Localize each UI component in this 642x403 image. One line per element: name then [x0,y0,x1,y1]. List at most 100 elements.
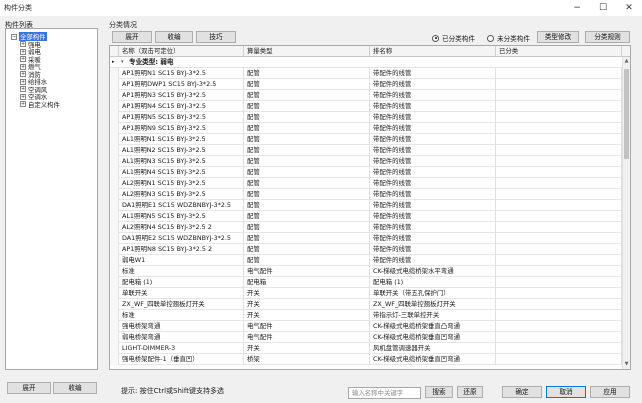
scroll-up-icon[interactable]: ▲ [623,58,630,65]
column-header-quantity-type[interactable]: 算量类型 [244,46,370,57]
cell-quantity-type: 开关 [244,299,370,310]
type-modify-button[interactable]: 类型修改 [537,31,579,43]
expand-icon[interactable]: + [20,48,26,55]
cell-rank-name: 带配件的线管 [370,156,496,167]
table-row[interactable]: AL1照明N2 SC15 BYJ-3*2.5 配管 带配件的线管 [110,145,622,156]
expand-icon[interactable]: + [20,71,26,77]
cell-rank-name: 带配件的线管 [370,79,496,90]
cell-classified [496,68,622,79]
vertical-scrollbar[interactable]: ▲ ▼ [622,57,630,369]
cancel-button[interactable]: 取消 [546,386,586,398]
row-indicator [110,211,119,222]
classification-rules-button[interactable]: 分类规则 [585,31,630,43]
table-row[interactable]: AL1照明N1 SC15 BYJ-3*2.5 配管 带配件的线管 [110,134,622,145]
tips-button[interactable]: 技巧 [196,31,236,43]
column-header-classified[interactable]: 已分类 [496,46,622,57]
cell-rank-name: 带配件的线管 [370,145,496,156]
scrollbar-thumb[interactable] [624,69,629,159]
radio-unclassified[interactable]: 未分类构件 [487,33,530,43]
tree-collapse-button[interactable]: 收编 [53,382,97,394]
cell-name: AL1照明N3 SC15 BYJ-3*2.5 [119,156,244,167]
column-header-rank-name[interactable]: 排名称 [370,46,496,57]
table-row[interactable]: AL2照明N4 SC15 BYJ-3*2.5 2 配管 带配件的线管 [110,222,622,233]
table-row[interactable]: AL2照明N3 SC15 BYJ-3*2.5 配管 带配件的线管 [110,189,622,200]
table-row[interactable]: AP1照明N8 SC15 BYJ-3*2.5 2 配管 带配件的线管 [110,244,622,255]
scroll-down-icon[interactable]: ▼ [623,361,630,368]
cell-classified [496,101,622,112]
cell-quantity-type: 配管 [244,233,370,244]
apply-button[interactable]: 应用 [590,386,630,398]
cell-classified [496,123,622,134]
expand-icon[interactable]: + [20,41,26,47]
maximize-button[interactable]: ☐ [591,0,615,16]
table-row[interactable]: AL2照明N1 SC15 BYJ-3*2.5 配管 带配件的线管 [110,178,622,189]
cell-classified [496,354,622,365]
table-row[interactable]: AP1照明N9 SC15 BYJ-3*2.5 配管 带配件的线管 [110,123,622,134]
table-row[interactable]: AP1照明N5 SC15 BYJ-3*2.5 配管 带配件的线管 [110,112,622,123]
table-row[interactable]: AP1照明N4 SC15 BYJ-3*2.5 配管 带配件的线管 [110,101,622,112]
table-row[interactable]: 标准 电气配件 CK-梯级式电缆桥架水平弯通 [110,266,622,277]
cell-rank-name: 带配件的线管 [370,222,496,233]
table-row[interactable]: AL1照明N5 SC15 BYJ-3*2.5 配管 带配件的线管 [110,211,622,222]
collapse-all-button[interactable]: 收编 [155,31,193,43]
cell-quantity-type: 电气配件 [244,321,370,332]
cell-quantity-type: 桥架 [244,354,370,365]
cell-name: AL2照明N1 SC15 BYJ-3*2.5 [119,178,244,189]
tree-item-custom[interactable]: + 自定义构件 [20,101,60,109]
cell-classified [496,233,622,244]
column-header-name[interactable]: 名称（双击可定位） [119,46,244,57]
cell-rank-name: CK-梯级式电缆桥架垂直凹弯通 [370,332,496,343]
table-row[interactable]: AL1照明N4 SC15 BYJ-3*2.5 配管 带配件的线管 [110,167,622,178]
expand-all-button[interactable]: 展开 [112,31,152,43]
expand-icon[interactable]: + [20,78,26,85]
table-row[interactable]: LIGHT-DIMMER-3 开关 风机盘管调速器开关 [110,343,622,354]
table-row[interactable]: AP1照明N1 SC15 BYJ-3*2.5 配管 带配件的线管 [110,68,622,79]
cell-rank-name: 带配件的线管 [370,68,496,79]
table-row[interactable]: 弱电桥架弯通 电气配件 CK-梯级式电缆桥架垂直凹弯通 [110,332,622,343]
cell-rank-name: CK-梯级式电缆桥架垂直凸弯通 [370,321,496,332]
cell-rank-name: 带配件的线管 [370,134,496,145]
cell-rank-name: 带配件的线管 [370,167,496,178]
cell-name: 弱电W1 [119,255,244,266]
expand-icon[interactable]: + [20,93,26,100]
expand-icon[interactable]: + [20,101,26,107]
expand-icon[interactable]: + [20,86,26,92]
search-input[interactable]: 输入名称中关键字 [348,387,421,399]
table-row[interactable]: 单联开关 开关 单联开关（带五孔保护门） [110,288,622,299]
radio-classified[interactable]: 已分类构件 [432,33,475,43]
expand-icon[interactable]: + [20,56,26,62]
collapse-icon[interactable]: − [11,33,17,40]
table-row[interactable]: 弱电W1 配管 带配件的线管 [110,255,622,266]
ok-button[interactable]: 确定 [502,386,542,398]
reset-button[interactable]: 还原 [457,386,483,398]
cell-classified [496,79,622,90]
search-button[interactable]: 搜索 [425,386,453,398]
cell-classified [496,299,622,310]
row-indicator [110,255,119,266]
cell-classified [496,277,622,288]
expand-icon[interactable]: + [20,63,26,70]
cell-name: DA1照明E2 SC15 WDZBNBYJ-3*2.5 [119,233,244,244]
group-row[interactable]: ▸ ▾ 专业类型: 弱电 [110,57,622,68]
table-row[interactable]: 标准 开关 带指示灯-三联单控开关 [110,310,622,321]
table-row[interactable]: DA1照明E1 SC15 WDZBNBYJ-3*2.5 配管 带配件的线管 [110,200,622,211]
row-indicator [110,233,119,244]
table-row[interactable]: 强电桥架配件-1（垂直凹） 桥架 CK-梯级式电缆桥架垂直凹弯通 [110,354,622,365]
table-row[interactable]: ZX_WF_四联单控翘板灯开关 开关 ZX_WF_四联单控翘板灯开关 [110,299,622,310]
table-row[interactable]: DA1照明E2 SC15 WDZBNBYJ-3*2.5 配管 带配件的线管 [110,233,622,244]
close-button[interactable]: ✕ [617,0,641,16]
cell-quantity-type: 配管 [244,134,370,145]
row-indicator [110,90,119,101]
cell-name: 弱电桥架弯通 [119,332,244,343]
group-collapse-icon[interactable]: ▾ [121,57,124,68]
row-indicator [110,343,119,354]
tree-expand-button[interactable]: 展开 [7,382,51,394]
minimize-button[interactable]: − [565,0,589,16]
table-row[interactable]: AP1照明N3 SC15 BYJ-3*2.5 配管 带配件的线管 [110,90,622,101]
table-row[interactable]: AL1照明N3 SC15 BYJ-3*2.5 配管 带配件的线管 [110,156,622,167]
cell-name: 标准 [119,310,244,321]
table-row[interactable]: 强电桥架弯通 电气配件 CK-梯级式电缆桥架垂直凸弯通 [110,321,622,332]
table-row[interactable]: AP1照明DWP1 SC15 BYJ-3*2.5 配管 带配件的线管 [110,79,622,90]
table-row[interactable]: 配电箱 (1) 配电箱 配电箱 (1) [110,277,622,288]
cell-classified [496,244,622,255]
